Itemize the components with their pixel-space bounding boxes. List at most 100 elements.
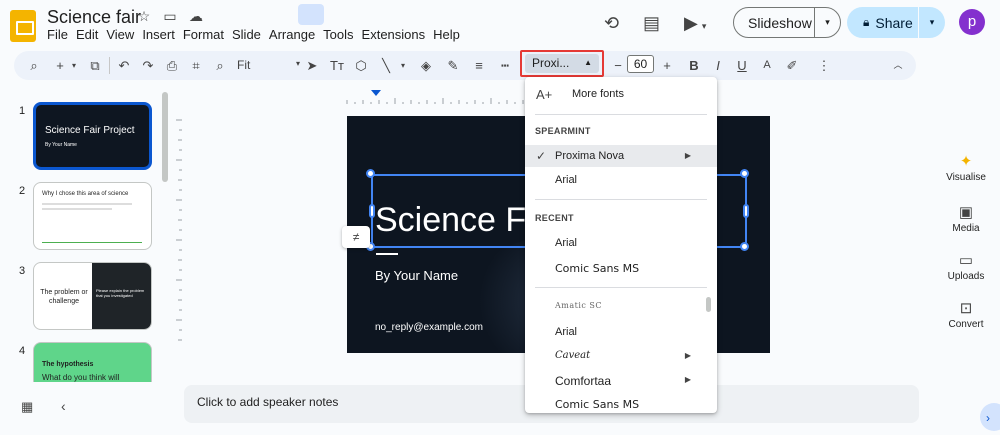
text-box-icon[interactable]: Tт [329, 58, 345, 73]
vertical-ruler [176, 119, 182, 341]
search-menus-icon[interactable]: ⌕ [26, 58, 42, 73]
slide-thumbnail-2[interactable]: Why I chose this area of science [33, 182, 152, 250]
slide-email-text[interactable]: no_reply@example.com [375, 322, 483, 333]
menu-file[interactable]: File [47, 27, 73, 42]
sidebar-item-uploads[interactable]: ▭ Uploads [938, 251, 994, 282]
menu-insert[interactable]: Insert [142, 27, 180, 42]
menu-help[interactable]: Help [433, 27, 465, 42]
font-size-input[interactable]: 60 [627, 55, 654, 73]
image-icon[interactable]: ⬡ [353, 58, 369, 73]
select-cursor-icon[interactable]: ➤ [304, 58, 320, 73]
font-item-comic-sans-recent[interactable]: Comic Sans MS [525, 257, 717, 279]
font-item-amatic-sc[interactable]: Amatic SC [525, 296, 717, 318]
share-options-chevron-icon[interactable]: ▾ [919, 17, 945, 28]
document-title[interactable]: Science fair [47, 7, 141, 28]
font-item-arial[interactable]: Arial [525, 169, 717, 191]
menu-format[interactable]: Format [183, 27, 229, 42]
slide-thumbnail-3[interactable]: The problem or challenge Please explain … [33, 262, 152, 330]
undo-icon[interactable]: ↶ [116, 58, 132, 73]
italic-icon[interactable]: I [710, 58, 726, 73]
slide-thumbnail-4[interactable]: The hypothesis What do you think will [33, 342, 152, 382]
submenu-arrow-icon: ▶ [684, 375, 691, 384]
highlight-color-icon[interactable]: ✐ [784, 58, 800, 73]
filmstrip-scrollbar[interactable] [162, 92, 168, 182]
font-item-comfortaa[interactable]: Comfortaa ▶ [525, 369, 717, 391]
menu-view[interactable]: View [106, 27, 139, 42]
resize-handle-top-right[interactable] [740, 169, 749, 178]
slideshow-button[interactable]: Slideshow ▾ [733, 7, 841, 38]
cloud-status-icon[interactable]: ☁ [187, 8, 205, 25]
font-item-proxima-nova[interactable]: ✓ Proxima Nova ▶ [525, 145, 717, 167]
bold-icon[interactable]: B [686, 58, 702, 73]
collapse-filmstrip-chevron-icon[interactable]: ‹ [61, 398, 66, 414]
border-dash-icon[interactable]: ┅ [497, 58, 513, 73]
redo-icon[interactable]: ↷ [140, 58, 156, 73]
underline-icon[interactable]: U [734, 58, 750, 73]
font-item-comic-sans-all[interactable]: Comic Sans MS [525, 393, 717, 413]
share-button[interactable]: 🔒︎ Share ▾ [847, 7, 945, 38]
share-main[interactable]: 🔒︎ Share [847, 7, 919, 38]
toolbar-divider [109, 57, 110, 74]
submenu-arrow-icon: ▶ [684, 151, 691, 160]
menu-edit[interactable]: Edit [76, 27, 103, 42]
resize-handle-top-left[interactable] [366, 169, 375, 178]
share-label: Share [875, 14, 913, 31]
font-item-arial-recent[interactable]: Arial [525, 232, 717, 254]
paint-format-icon[interactable]: ⌗ [188, 58, 204, 73]
menu-arrange[interactable]: Arrange [269, 27, 320, 42]
font-select-chevron-icon: ▲ [584, 58, 592, 67]
version-history-icon[interactable]: ⟲ [604, 13, 619, 34]
font-menu-scrollbar[interactable] [706, 297, 711, 312]
collapse-toolbar-chevron-icon[interactable]: ︿ [890, 58, 906, 73]
sidebar-item-convert[interactable]: ⊡ Convert [938, 299, 994, 330]
decrease-font-size-icon[interactable]: − [610, 58, 626, 73]
border-weight-icon[interactable]: ≡ [471, 58, 487, 73]
slideshow-options-chevron-icon[interactable]: ▾ [815, 17, 840, 28]
font-item-arial-all[interactable]: Arial [525, 321, 717, 343]
font-item-label: Arial [555, 326, 578, 338]
sidebar-item-visualise[interactable]: ✦ Visualise [938, 152, 994, 183]
insert-layout-icon[interactable]: ⧉ [87, 58, 103, 73]
comments-icon[interactable]: ▤ [643, 13, 660, 34]
menu-tools[interactable]: Tools [323, 27, 358, 42]
border-color-icon[interactable]: ✎ [445, 58, 461, 73]
star-icon[interactable]: ☆ [135, 8, 153, 25]
slide-thumbnail-1[interactable]: Science Fair Project By Your Name [33, 102, 152, 170]
text-color-icon[interactable]: A [759, 58, 775, 73]
increase-font-size-icon[interactable]: + [659, 58, 675, 73]
fill-color-icon[interactable]: ◈ [418, 58, 434, 73]
convert-icon: ⊡ [959, 300, 973, 317]
resize-handle-left[interactable] [369, 204, 375, 218]
menu-slide[interactable]: Slide [232, 27, 266, 42]
zoom-chevron-icon[interactable]: ▾ [296, 59, 300, 68]
sidebar-item-label: Media [952, 223, 980, 234]
format-options-icon[interactable]: ≠ [342, 226, 370, 248]
new-slide-chevron-icon[interactable]: ▾ [66, 58, 82, 73]
slide-subtitle-text[interactable]: By Your Name [375, 268, 458, 283]
resize-handle-right[interactable] [743, 204, 749, 218]
shape-icon[interactable]: ╲ [378, 58, 394, 73]
thumb-body: Please explain the problem that you inve… [96, 288, 145, 298]
menu-extensions[interactable]: Extensions [362, 27, 431, 42]
meet-video-icon[interactable]: ▶ ▾ [684, 13, 706, 34]
zoom-select[interactable]: Fit [237, 58, 250, 72]
expand-panel-icon[interactable]: › [980, 403, 1000, 431]
more-fonts-item[interactable]: A+ More fonts [525, 83, 717, 105]
slideshow-label[interactable]: Slideshow [734, 8, 815, 37]
more-options-icon[interactable]: ⋮ [816, 58, 832, 73]
slide-number: 2 [19, 185, 26, 197]
font-item-label: Arial [555, 174, 578, 186]
zoom-icon[interactable]: ⌕ [212, 58, 228, 73]
resize-handle-bottom-right[interactable] [740, 242, 749, 251]
font-select[interactable]: Proxi... ▲ [525, 54, 599, 73]
print-icon[interactable]: ⎙ [164, 58, 180, 73]
font-item-label: Arial [555, 237, 578, 249]
line-chevron-icon[interactable]: ▾ [395, 58, 411, 73]
slides-logo-icon[interactable] [10, 10, 36, 42]
sidebar-item-media[interactable]: ▣ Media [938, 203, 994, 234]
ruler-indent-marker[interactable] [371, 90, 381, 96]
move-folder-icon[interactable]: ▭ [161, 8, 179, 25]
font-item-caveat[interactable]: Caveat ▶ [525, 345, 717, 367]
grid-view-icon[interactable]: ▦ [21, 399, 33, 415]
account-avatar[interactable]: p [959, 9, 985, 35]
